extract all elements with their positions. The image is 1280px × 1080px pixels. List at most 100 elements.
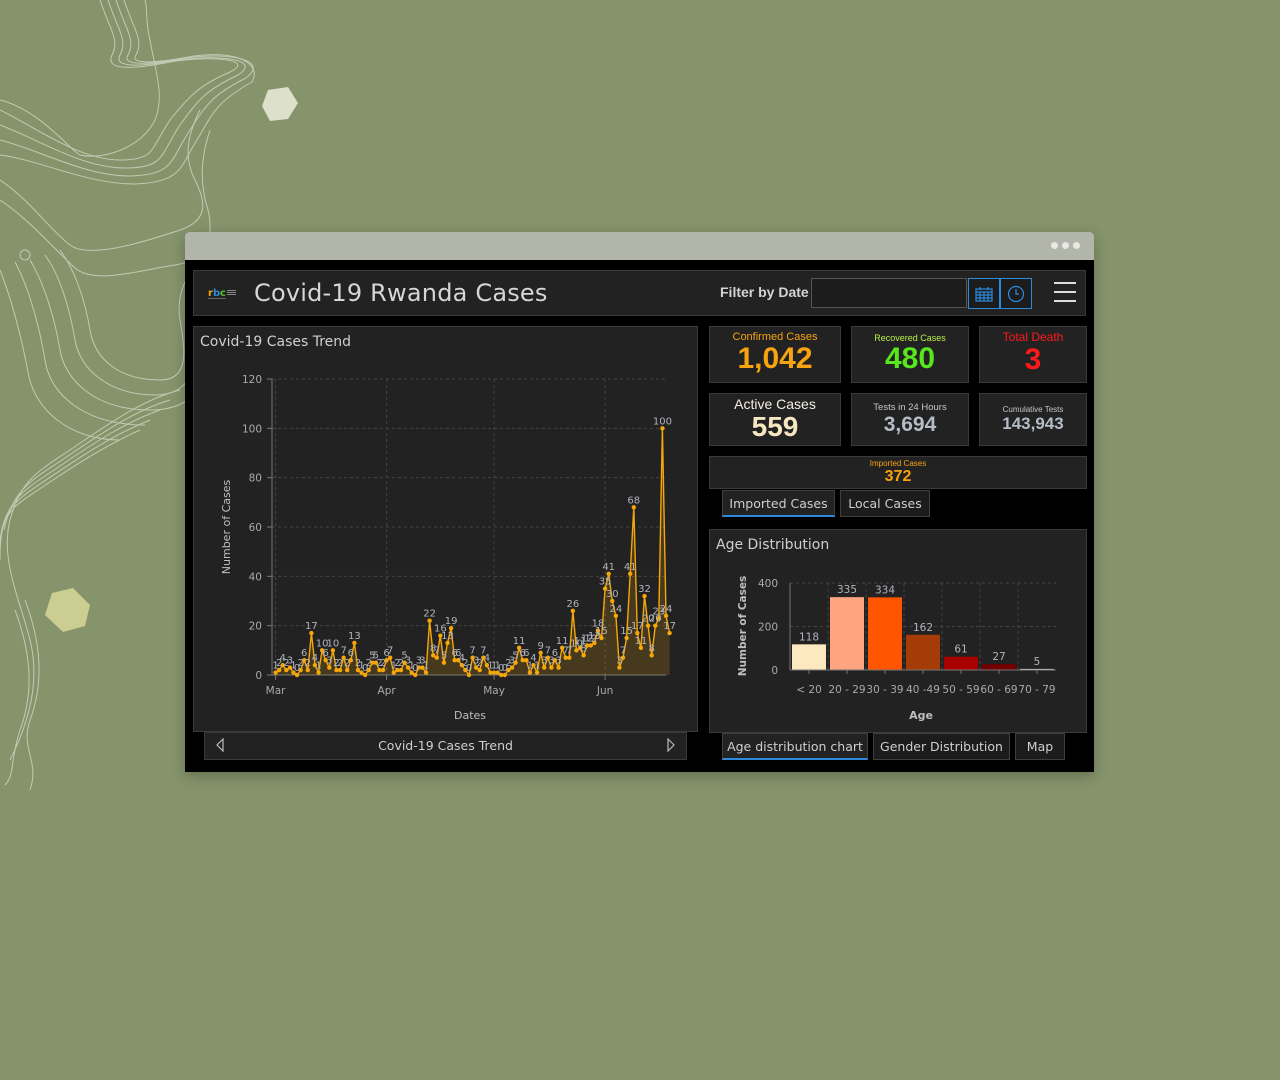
age-distribution-chart: 118 335 334 162 61 27 5 0 200 400 < 20 20 - 29 30 -…	[737, 576, 1056, 722]
svg-text:c: c	[220, 288, 226, 299]
tests-24h-card: Tests in 24 Hours 3,694	[851, 393, 969, 446]
trend-data-label: 68	[627, 495, 640, 506]
x-tick-label: Jun	[596, 685, 613, 697]
trend-data-label: 9	[537, 641, 543, 652]
age-category-label: 60 - 69	[980, 684, 1017, 696]
trend-data-label: 3	[555, 656, 561, 667]
age-bar-value-label: 61	[954, 644, 967, 656]
age-x-axis-title: Age	[909, 709, 933, 722]
age-bar-value-label: 335	[837, 584, 857, 596]
date-filter-input[interactable]	[811, 278, 967, 308]
trend-data-label: 24	[660, 604, 673, 615]
trend-data-label: 100	[653, 416, 672, 427]
clock-icon	[1007, 285, 1025, 302]
age-category-label: 30 - 39	[866, 684, 903, 696]
imported-cases-card: Imported Cases 372	[709, 456, 1087, 489]
trend-data-label: 2	[297, 658, 303, 669]
confirmed-cases-card: Confirmed Cases 1,042	[709, 326, 841, 383]
trend-data-label: 7	[387, 646, 393, 657]
age-bar-value-label: 334	[875, 584, 895, 596]
y-tick-label: 40	[249, 571, 262, 583]
trend-navigation-bar: Covid-19 Cases Trend	[204, 732, 687, 760]
trend-data-label: 2	[337, 658, 343, 669]
cases-trend-chart: 020406080100120Mar Apr May Jun 124231026217…	[220, 374, 676, 722]
trend-data-label: 10	[327, 638, 340, 649]
trend-data-label: 7	[434, 646, 440, 657]
trend-data-label: 32	[638, 584, 651, 595]
age-bar[interactable]	[944, 656, 978, 670]
y-tick-label: 0	[255, 670, 262, 682]
trend-data-label: 11	[635, 636, 648, 647]
rbc-logo: r b c	[208, 288, 236, 299]
imported-cases-label: Imported Cases	[869, 459, 927, 468]
chevron-right-icon	[667, 737, 675, 753]
menu-line	[1054, 300, 1076, 302]
age-y-tick-label: 0	[771, 665, 778, 677]
trend-data-label: 3	[326, 656, 332, 667]
x-tick-label: Apr	[378, 685, 397, 697]
trend-data-label: 41	[624, 562, 637, 573]
trend-data-label: 24	[609, 604, 622, 615]
trend-data-label: 3	[541, 656, 547, 667]
trend-data-label: 1	[534, 661, 540, 672]
cumulative-tests-label: Cumulative Tests	[1002, 405, 1064, 414]
trend-data-label: 11	[513, 636, 526, 647]
cases-trend-panel: Covid-19 Cases Trend 0 20 40 60 80 100 120 Mar A…	[193, 326, 698, 732]
age-bar-value-label: 118	[799, 631, 819, 643]
x-tick-label: May	[483, 685, 505, 697]
hamburger-menu-button[interactable]	[1054, 282, 1076, 302]
age-category-label: 20 - 29	[828, 684, 865, 696]
age-bar[interactable]	[792, 644, 826, 670]
hexagon-decoration	[262, 87, 298, 121]
recovered-cases-card: Recovered Cases 480	[851, 326, 969, 383]
trend-data-label: 22	[423, 609, 436, 620]
confirmed-cases-value: 1,042	[737, 342, 813, 375]
hexagon-decoration	[45, 588, 90, 632]
tests-24h-value: 3,694	[883, 413, 937, 436]
trend-data-label: 3	[616, 656, 622, 667]
age-bar[interactable]	[830, 597, 864, 670]
trend-data-label: 13	[348, 631, 361, 642]
calendar-icon	[975, 286, 993, 302]
age-bar[interactable]	[868, 597, 902, 670]
trend-data-label: 35	[599, 577, 612, 588]
age-bar[interactable]	[906, 634, 940, 670]
y-tick-label: 120	[242, 374, 262, 386]
dot-icon	[1051, 242, 1058, 249]
tab-gender-distribution[interactable]: Gender Distribution	[873, 733, 1010, 760]
tab-map[interactable]: Map	[1015, 733, 1065, 760]
x-tick-label: Mar	[266, 685, 286, 697]
y-tick-label: 20	[249, 621, 262, 633]
page-title: Covid-19 Rwanda Cases	[254, 279, 548, 307]
cumulative-tests-value: 143,943	[1002, 414, 1064, 433]
app-header: r b c Covid-19 Rwanda Cases Filter by Da…	[193, 270, 1086, 316]
age-y-tick-label: 400	[758, 578, 778, 590]
total-death-value: 3	[1024, 343, 1042, 376]
calendar-button[interactable]	[968, 278, 1000, 309]
trend-data-label: 15	[595, 626, 608, 637]
trend-data-label: 2	[344, 658, 350, 669]
total-death-label: Total Death	[1002, 330, 1064, 344]
next-chart-button[interactable]	[666, 737, 676, 757]
trend-nav-label: Covid-19 Cases Trend	[378, 738, 513, 753]
trend-data-label: 2	[380, 658, 386, 669]
time-button[interactable]	[1000, 278, 1032, 309]
trend-data-label: 17	[663, 621, 676, 632]
x-axis-title: Dates	[454, 709, 486, 722]
trend-data-label: 2	[305, 658, 311, 669]
tab-local-cases[interactable]: Local Cases	[840, 490, 930, 517]
window-titlebar	[185, 232, 1094, 260]
window-more-options[interactable]	[1051, 242, 1080, 249]
tab-age-distribution-chart[interactable]: Age distribution chart	[722, 733, 868, 760]
trend-data-label: 13	[441, 631, 454, 642]
y-tick-label: 60	[249, 522, 262, 534]
menu-line	[1054, 291, 1076, 293]
trend-data-label: 1	[315, 661, 321, 672]
tab-imported-cases[interactable]: Imported Cases	[722, 490, 835, 517]
trend-data-label: 7	[340, 646, 346, 657]
age-category-label: 40 -49	[906, 684, 940, 696]
age-bar[interactable]	[982, 664, 1016, 670]
trend-data-label: 5	[512, 651, 518, 662]
recovered-cases-value: 480	[884, 342, 936, 375]
age-y-tick-label: 200	[758, 622, 778, 634]
